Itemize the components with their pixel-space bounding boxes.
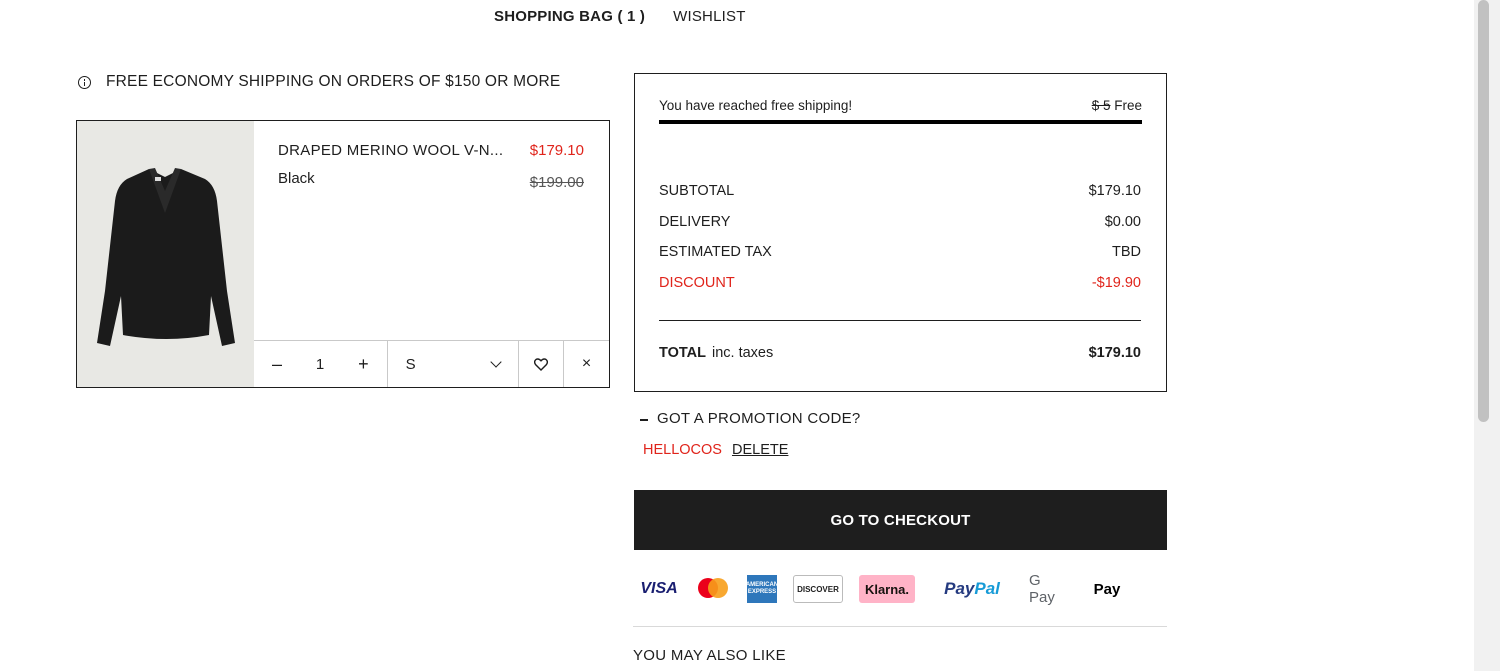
discover-icon: DISCOVER [793,575,843,603]
recommend-divider [633,626,1167,627]
tax-value: TBD [1112,244,1141,260]
order-summary: You have reached free shipping! $ 5 Free… [634,73,1167,392]
heart-icon [534,357,549,371]
free-shipping-progress-bar [659,120,1142,124]
amex-icon: AMERICAN EXPRESS [746,575,778,603]
tab-shopping-bag[interactable]: SHOPPING BAG ( 1 ) [494,8,645,25]
product-sale-price: $179.10 [529,142,584,159]
shipping-cost: $ 5 Free [1092,98,1142,113]
shipping-banner-text: FREE ECONOMY SHIPPING ON ORDERS OF $150 … [106,73,561,90]
free-shipping-row: You have reached free shipping! $ 5 Free [659,98,1142,113]
tab-wishlist[interactable]: WISHLIST [673,8,745,25]
subtotal-row: SUBTOTAL $179.10 [659,183,1141,214]
item-controls: – 1 + S × [254,340,609,387]
product-name[interactable]: DRAPED MERINO WOOL V-N... [278,142,503,159]
quantity-value: 1 [315,355,325,373]
payment-methods: VISA AMERICAN EXPRESS DISCOVER Klarna. P… [639,572,1129,606]
bag-tabs: SHOPPING BAG ( 1 ) WISHLIST [494,8,746,25]
tax-row: ESTIMATED TAX TBD [659,244,1141,275]
promo-toggle[interactable]: GOT A PROMOTION CODE? [640,410,861,427]
applied-promo: HELLOCOS DELETE [643,442,788,458]
paypal-text-1: Pay [944,579,975,598]
minus-icon [640,419,648,421]
recommend-title: YOU MAY ALSO LIKE [633,647,786,664]
summary-divider [659,320,1141,321]
decrement-button[interactable]: – [272,354,282,375]
remove-item-button[interactable]: × [564,341,609,387]
info-icon [78,75,91,89]
free-shipping-message: You have reached free shipping! [659,98,853,113]
subtotal-value: $179.10 [1088,183,1141,199]
close-icon: × [581,355,592,372]
shipping-banner: FREE ECONOMY SHIPPING ON ORDERS OF $150 … [78,73,560,91]
promo-delete-link[interactable]: DELETE [732,442,788,458]
google-pay-icon: G Pay [1029,572,1055,606]
shipping-new-cost: Free [1114,98,1142,113]
cart-item: DRAPED MERINO WOOL V-N... Black $179.10 … [76,120,610,388]
summary-rows: SUBTOTAL $179.10 DELIVERY $0.00 ESTIMATE… [659,183,1141,305]
total-row: TOTAL inc. taxes $179.10 [659,345,1141,361]
shipping-old-cost: $ 5 [1091,98,1111,113]
tax-label: ESTIMATED TAX [659,244,772,260]
increment-button[interactable]: + [358,354,369,375]
visa-icon: VISA [640,580,678,597]
discount-value: -$19.90 [1091,274,1141,291]
total-value: $179.10 [1088,345,1141,361]
paypal-text-2: Pal [974,579,1000,598]
promo-code: HELLOCOS [643,442,722,458]
discount-row: DISCOUNT -$19.90 [659,275,1141,306]
product-original-price: $199.00 [529,174,584,191]
size-value: S [405,355,416,373]
total-label-group: TOTAL inc. taxes [659,345,773,361]
mastercard-icon [695,575,731,603]
wishlist-button[interactable] [519,341,565,387]
promo-question: GOT A PROMOTION CODE? [657,410,861,427]
sweater-image [77,121,254,387]
quantity-stepper: – 1 + [254,341,388,387]
subtotal-label: SUBTOTAL [659,183,735,199]
size-select[interactable]: S [388,341,520,387]
total-label: TOTAL [659,345,706,361]
total-sublabel: inc. taxes [711,345,774,361]
product-color: Black [278,170,315,187]
delivery-row: DELIVERY $0.00 [659,214,1141,245]
product-image[interactable] [77,121,254,387]
scrollbar-thumb[interactable] [1478,0,1489,422]
klarna-icon: Klarna. [859,575,915,603]
paypal-icon: Pay Pal [931,575,1013,603]
apple-pay-icon: Pay [1093,580,1121,598]
delivery-label: DELIVERY [659,213,731,230]
checkout-button[interactable]: GO TO CHECKOUT [634,490,1167,550]
chevron-down-icon [490,356,502,368]
discount-label: DISCOUNT [659,274,735,291]
delivery-value: $0.00 [1104,213,1141,230]
